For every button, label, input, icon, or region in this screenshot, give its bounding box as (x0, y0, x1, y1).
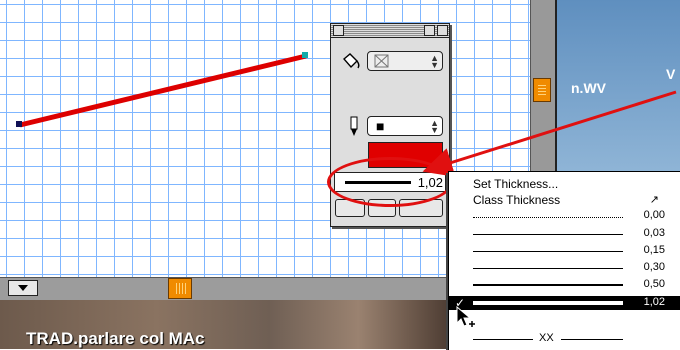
menu-item-thickness[interactable]: 0,00 (449, 209, 680, 223)
none-pattern-icon (374, 54, 389, 68)
vertical-scroll-thumb[interactable] (533, 78, 551, 102)
background-window-title: n.WV (571, 80, 606, 96)
mouse-cursor-icon (456, 306, 475, 327)
scroll-down-button[interactable] (8, 280, 38, 296)
chevron-down-icon: ▼ (430, 125, 439, 135)
menu-item-class-thickness[interactable]: Class Thickness ↗ (449, 193, 680, 207)
line-handle-end (302, 52, 308, 58)
thickness-menu: Set Thickness... Class Thickness ↗ 0,00 … (448, 171, 680, 350)
annotation-ellipse (327, 157, 453, 207)
fill-pattern-popup[interactable]: ▲ ▼ (367, 51, 443, 71)
arrow-corner-icon: ↗ (649, 194, 659, 206)
pen-icon (350, 116, 358, 136)
paint-bucket-icon (343, 53, 360, 69)
menu-item-thickness[interactable]: 0,30 (449, 261, 680, 275)
photo-window: TRAD.parlare col MAc (0, 300, 448, 349)
zoom-box[interactable] (424, 25, 435, 36)
collapse-box[interactable] (437, 25, 448, 36)
menu-item-thickness[interactable]: 0,50 (449, 278, 680, 292)
horizontal-scrollbar[interactable] (0, 277, 448, 301)
pen-color-swatch: ■ (376, 118, 385, 134)
pen-color-popup[interactable]: ■ ▲ ▼ (367, 116, 443, 136)
menu-item-thickness[interactable]: 0,03 (449, 227, 680, 241)
close-box[interactable] (333, 25, 344, 36)
menu-item-custom[interactable]: XX (449, 332, 680, 346)
menu-item-thickness[interactable]: 0,15 (449, 244, 680, 258)
background-window-title-2: V (666, 66, 676, 82)
menu-item-set-thickness[interactable]: Set Thickness... (449, 177, 680, 191)
menu-item-thickness-selected[interactable]: ✓ 1,02 (449, 296, 680, 310)
photo-window-title: TRAD.parlare col MAc (26, 329, 205, 348)
chevron-down-icon: ▼ (430, 60, 439, 70)
horizontal-scroll-thumb[interactable] (168, 278, 192, 299)
line-handle-start (16, 121, 22, 127)
triangle-down-icon (18, 285, 28, 291)
